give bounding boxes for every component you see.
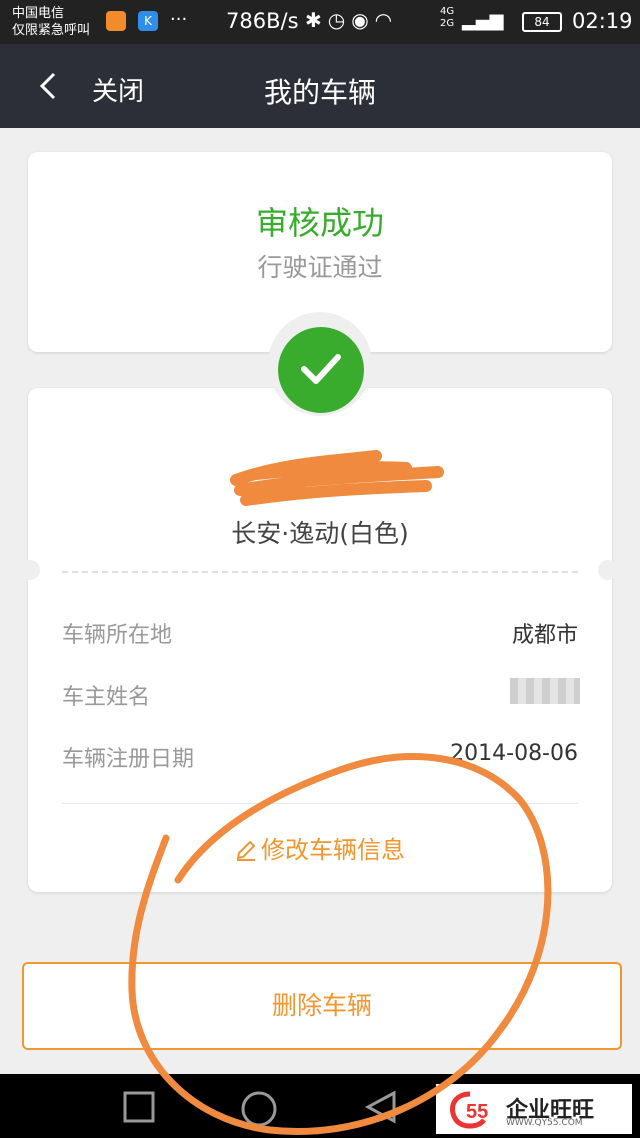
location-value: 成都市 [511, 623, 578, 648]
notification-k-icon: K [138, 11, 158, 31]
svg-text:55: 55 [466, 1101, 488, 1123]
card-notch-right [598, 560, 618, 580]
watermark-logo-icon: 55 [450, 1091, 488, 1129]
more-notifications-icon: ··· [170, 9, 188, 30]
edit-vehicle-label: 修改车辆信息 [261, 836, 405, 864]
watermark-url: WWW.QY55.COM [506, 1118, 583, 1128]
bluetooth-icon: ✱ [305, 8, 328, 32]
pencil-icon [236, 840, 256, 861]
carrier-name: 中国电信 [12, 6, 65, 21]
page-title: 我的车辆 [263, 76, 376, 109]
dashed-divider [62, 571, 578, 573]
clock: 02:19 [572, 9, 633, 33]
success-check-icon [278, 327, 364, 413]
register-date-value: 2014-08-06 [450, 741, 578, 766]
back-icon[interactable] [364, 1090, 398, 1124]
network-speed: 786B/s [226, 9, 299, 33]
carrier-text: 中国电信 仅限紧急呼叫 [12, 5, 90, 39]
delete-vehicle-button[interactable]: 删除车辆 [22, 962, 622, 1050]
status-icons: ✱◷◉◠ [305, 8, 398, 32]
review-status-title: 审核成功 [255, 204, 384, 242]
register-date-label: 车辆注册日期 [62, 747, 195, 772]
home-icon[interactable] [240, 1090, 278, 1128]
recent-apps-icon[interactable] [122, 1090, 156, 1124]
network-4g: 4G [440, 6, 455, 17]
review-status-subtitle: 行驶证通过 [257, 253, 383, 282]
notification-app-icon [106, 11, 126, 31]
card-notch-left [20, 560, 40, 580]
status-bar: 中国电信 仅限紧急呼叫 K ··· 786B/s ✱◷◉◠ 4G 2G ▂▄▆ … [0, 0, 640, 44]
signal-icon: ▂▄▆ [462, 10, 504, 31]
owner-name-label: 车主姓名 [62, 685, 151, 710]
edit-vehicle-button[interactable]: 修改车辆信息 [0, 830, 640, 865]
battery-icon: 84 [522, 12, 562, 32]
wifi-icon: ◠ [374, 8, 399, 32]
watermark: 55 企业旺旺 WWW.QY55.COM [436, 1084, 632, 1134]
divider [62, 803, 578, 804]
alarm-icon: ◷ [327, 8, 352, 32]
app-header: 关闭 我的车辆 [0, 44, 640, 128]
network-type: 4G 2G [440, 6, 454, 30]
redacted-owner-name [510, 678, 580, 704]
carrier-status: 仅限紧急呼叫 [12, 23, 91, 38]
vehicle-model: 长安·逸动(白色) [231, 519, 409, 548]
redacted-plate-number [230, 450, 444, 506]
network-2g: 2G [440, 18, 455, 29]
location-label: 车辆所在地 [62, 623, 173, 648]
eye-icon: ◉ [351, 8, 375, 32]
